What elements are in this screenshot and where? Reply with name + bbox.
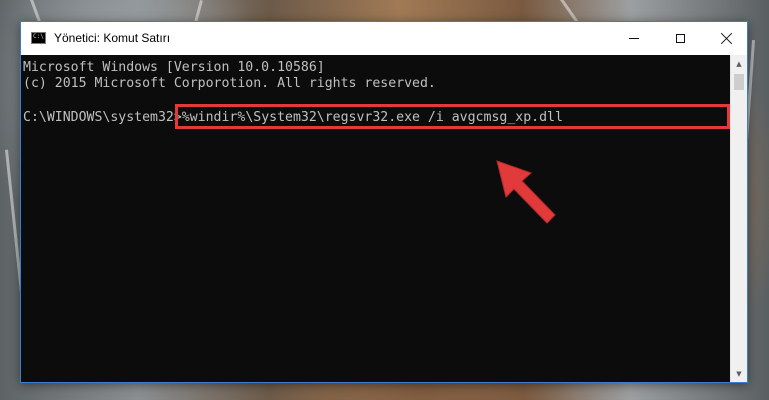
cmd-icon: C:\	[31, 32, 46, 44]
close-icon	[721, 33, 732, 44]
background-branch	[560, 0, 579, 23]
scroll-thumb[interactable]	[734, 74, 744, 90]
arrow-shape	[496, 160, 556, 224]
command-highlight-box	[175, 104, 730, 129]
minimize-icon	[629, 38, 639, 39]
console-line-copyright: (c) 2015 Microsoft Corporotion. All righ…	[23, 76, 436, 91]
minimize-button[interactable]	[611, 22, 657, 55]
pointer-arrow-icon	[496, 160, 556, 224]
console-prompt: C:\WINDOWS\system32>	[23, 110, 182, 125]
window-title: Yönetici: Komut Satırı	[54, 31, 171, 45]
command-prompt-window: C:\ Yönetici: Komut Satırı Microsoft Win…	[20, 21, 748, 383]
title-bar[interactable]: C:\ Yönetici: Komut Satırı	[21, 22, 747, 55]
scroll-up-icon[interactable]: ▲	[731, 55, 747, 72]
vertical-scrollbar[interactable]: ▲ ▼	[730, 55, 747, 382]
maximize-button[interactable]	[657, 22, 703, 55]
console-output[interactable]: Microsoft Windows [Version 10.0.10586] (…	[21, 55, 730, 382]
scroll-down-icon[interactable]: ▼	[731, 365, 747, 382]
cmd-icon-glyph: C:\	[33, 33, 44, 40]
close-button[interactable]	[703, 22, 749, 55]
console-line-version: Microsoft Windows [Version 10.0.10586]	[23, 60, 325, 75]
maximize-icon	[675, 34, 685, 43]
